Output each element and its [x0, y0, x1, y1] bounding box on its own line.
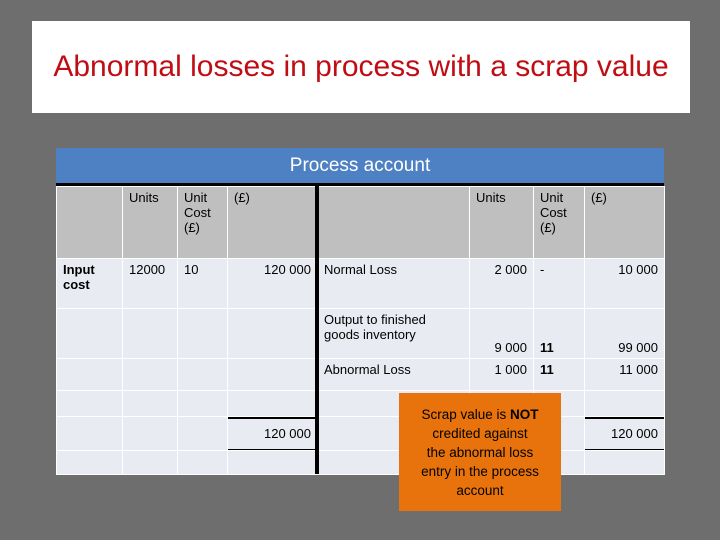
credit-units-2: 1 000 — [469, 358, 534, 391]
credit-unit-cost-2: 11 — [533, 358, 585, 391]
table-row: Abnormal Loss 1 000 11 11 000 — [56, 358, 665, 391]
credit-description-2: Abnormal Loss — [317, 358, 470, 391]
credit-description-header — [317, 186, 470, 259]
credit-amount-1: 99 000 — [584, 308, 665, 359]
table-row — [56, 450, 665, 475]
credit-description-1: Output to finished goods inventory — [317, 308, 470, 359]
credit-total: 120 000 — [584, 416, 665, 451]
debit-units-header: Units — [122, 186, 178, 259]
scrap-value-callout: Scrap value is NOT credited against the … — [399, 393, 561, 511]
debit-unit-cost-header: Unit Cost (£) — [177, 186, 228, 259]
callout-line-5: account — [456, 482, 504, 498]
debit-description-2 — [56, 358, 123, 391]
credit-unit-cost-0: - — [533, 258, 585, 309]
debit-unit-cost-0: 10 — [177, 258, 228, 309]
credit-unit-cost-header: Unit Cost (£) — [533, 186, 585, 259]
debit-unit-cost-2 — [177, 358, 228, 391]
table-row: Output to finished goods inventory 9 000… — [56, 308, 665, 359]
callout-line-2: credited against — [432, 425, 528, 441]
account-title-bar: Process account — [56, 148, 664, 186]
footer-spacer-b — [122, 450, 178, 475]
credit-description-0: Normal Loss — [317, 258, 470, 309]
debit-units-3 — [122, 390, 178, 417]
debit-amount-0: 120 000 — [227, 258, 318, 309]
credit-unit-cost-1: 11 — [533, 308, 585, 359]
column-header-row: Units Unit Cost (£) (£) Units Unit Cost … — [56, 186, 665, 259]
debit-units-2 — [122, 358, 178, 391]
callout-line-1-emphasis: NOT — [510, 406, 539, 422]
ledger-centre-divider — [315, 186, 319, 474]
credit-units-0: 2 000 — [469, 258, 534, 309]
footer-spacer-h — [584, 450, 665, 475]
debit-amount-3 — [227, 390, 318, 417]
footer-spacer-d — [227, 450, 318, 475]
debit-description-3 — [56, 390, 123, 417]
debit-amount-header: (£) — [227, 186, 318, 259]
debit-total: 120 000 — [227, 416, 318, 451]
totals-spacer-a — [56, 416, 123, 451]
ledger-grid: Units Unit Cost (£) (£) Units Unit Cost … — [56, 186, 665, 475]
credit-units-header: Units — [469, 186, 534, 259]
debit-amount-1 — [227, 308, 318, 359]
scrap-value-callout-text: Scrap value is NOT credited against the … — [421, 405, 539, 500]
totals-spacer-b — [122, 416, 178, 451]
footer-spacer-c — [177, 450, 228, 475]
debit-description-0: Input cost — [56, 258, 123, 309]
credit-amount-header: (£) — [584, 186, 665, 259]
callout-line-4: entry in the process — [421, 463, 539, 479]
debit-description-header — [56, 186, 123, 259]
table-row — [56, 390, 665, 417]
account-title-label: Process account — [289, 154, 431, 176]
totals-row: 120 000 120 000 — [56, 416, 665, 451]
debit-units-0: 12000 — [122, 258, 178, 309]
credit-amount-0: 10 000 — [584, 258, 665, 309]
table-row: Input cost 12000 10 120 000 Normal Loss … — [56, 258, 665, 309]
debit-unit-cost-1 — [177, 308, 228, 359]
credit-amount-3 — [584, 390, 665, 417]
credit-units-1: 9 000 — [469, 308, 534, 359]
callout-line-3: the abnormal loss — [426, 444, 534, 460]
slide-title-band: Abnormal losses in process with a scrap … — [32, 21, 690, 113]
credit-amount-2: 11 000 — [584, 358, 665, 391]
debit-description-1 — [56, 308, 123, 359]
debit-units-1 — [122, 308, 178, 359]
debit-amount-2 — [227, 358, 318, 391]
page-title: Abnormal losses in process with a scrap … — [53, 50, 669, 83]
callout-line-1-prefix: Scrap value is — [421, 406, 511, 422]
debit-unit-cost-3 — [177, 390, 228, 417]
totals-spacer-c — [177, 416, 228, 451]
footer-spacer-a — [56, 450, 123, 475]
process-account-table: Process account Units Unit Cost (£) (£) … — [56, 148, 665, 475]
